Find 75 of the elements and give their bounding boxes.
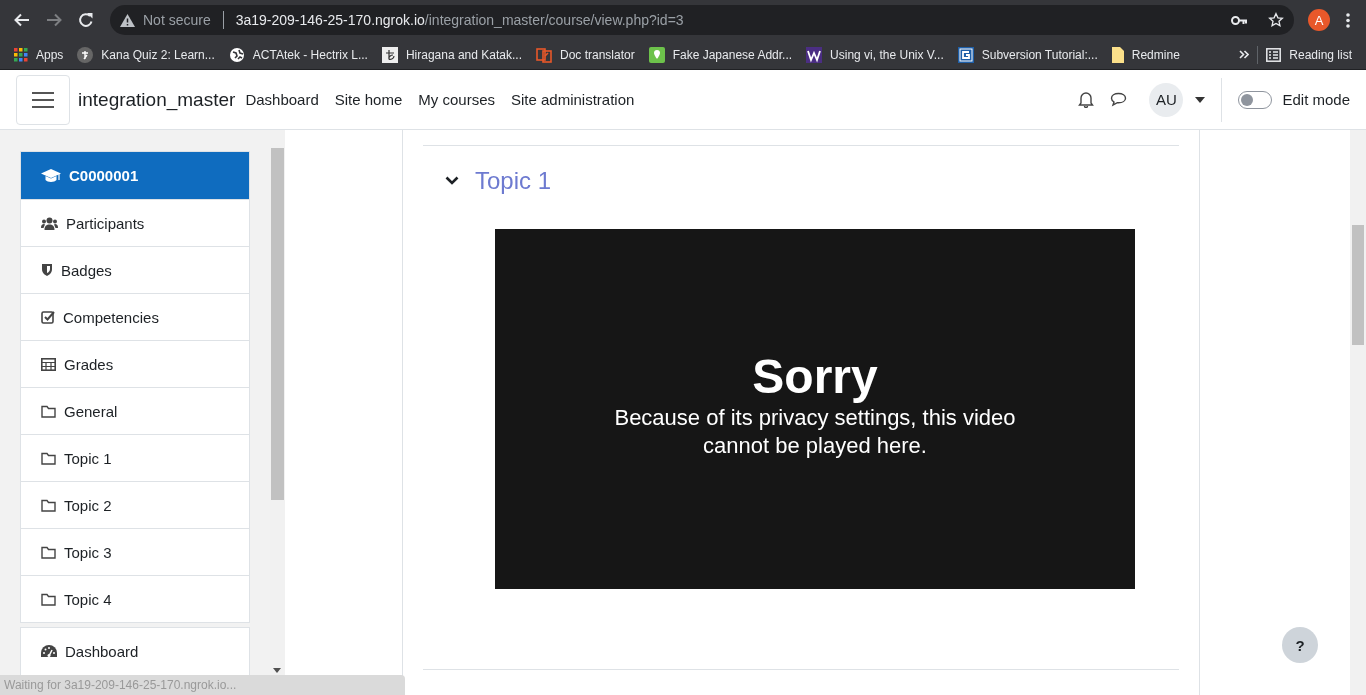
bookmark-link[interactable]: Subversion Tutorial:...: [957, 46, 1098, 63]
bookmark-link[interactable]: Apps: [14, 47, 64, 62]
bookmark-link[interactable]: Hiragana and Katak...: [381, 46, 522, 63]
bookmark-link[interactable]: Doc translator: [536, 46, 635, 63]
graduation-cap-icon: [41, 168, 61, 183]
drawer-item[interactable]: Grades: [21, 340, 249, 387]
drawer-item[interactable]: General: [21, 387, 249, 434]
kana-circle-icon: [77, 46, 94, 63]
scroll-down-arrow-icon[interactable]: [273, 668, 281, 673]
profile-avatar[interactable]: A: [1308, 9, 1330, 31]
site-name[interactable]: integration_master: [78, 88, 236, 111]
back-arrow-icon[interactable]: [14, 13, 30, 27]
drawer-item[interactable]: Topic 3: [21, 528, 249, 575]
scrollbar[interactable]: [1350, 130, 1366, 695]
nav-link[interactable]: Dashboard: [245, 91, 319, 108]
video-error-title: Sorry: [752, 348, 878, 404]
warning-icon: [120, 13, 135, 27]
hiragana-tile-icon: [381, 46, 398, 63]
nav-link[interactable]: Site administration: [511, 91, 635, 108]
drawer-item[interactable]: Topic 1: [21, 434, 249, 481]
bell-icon[interactable]: [1078, 91, 1095, 108]
kebab-menu-icon[interactable]: [1346, 12, 1350, 28]
gauge-icon: [41, 645, 57, 658]
user-avatar[interactable]: AU: [1149, 82, 1184, 117]
reading-list-button[interactable]: Reading list: [1266, 47, 1352, 62]
status-bar: Waiting for 3a19-209-146-25-170.ngrok.io...: [0, 675, 405, 695]
drawer-item[interactable]: Participants: [21, 199, 249, 246]
address-bar[interactable]: Not secure 3a19-209-146-25-170.ngrok.io/integration_master/course/view.php?id=3: [110, 5, 1294, 35]
menu-button[interactable]: [16, 74, 70, 125]
caret-icon[interactable]: [1195, 96, 1206, 103]
star-icon[interactable]: [1268, 12, 1284, 28]
drawer-item[interactable]: Topic 2: [21, 481, 249, 528]
users-icon: [41, 216, 58, 230]
note-icon: [1111, 46, 1124, 63]
drawer-item[interactable]: Dashboard: [21, 628, 249, 675]
chevron-icon[interactable]: [445, 176, 459, 185]
drawer-item[interactable]: Topic 4: [21, 575, 249, 622]
w-tile-icon: [806, 46, 823, 63]
edit-mode-switch[interactable]: [1238, 90, 1273, 109]
checked-box-icon: [41, 310, 55, 324]
folder-icon: [41, 498, 56, 512]
forward-arrow-icon[interactable]: [46, 13, 62, 27]
shield-icon: [41, 263, 53, 277]
bookmark-link[interactable]: Using vi, the Unix V...: [806, 46, 944, 63]
section-title[interactable]: Topic 1: [475, 166, 552, 195]
nav-link[interactable]: Site home: [334, 91, 403, 108]
square-logo-icon: [957, 46, 974, 63]
table-icon: [41, 357, 56, 371]
folder-icon: [41, 545, 56, 559]
drawer-item[interactable]: Competencies: [21, 293, 249, 340]
drawer-item[interactable]: Badges: [21, 246, 249, 293]
edit-mode-label: Edit mode: [1282, 91, 1350, 108]
map-pin-icon: [648, 46, 665, 63]
double-chevron-icon[interactable]: [1239, 50, 1250, 59]
menu-icon: [32, 91, 54, 108]
reload-icon[interactable]: [78, 12, 94, 28]
url-text: 3a19-209-146-25-170.ngrok.io/integration_master/course/view.php?id=3: [235, 12, 685, 28]
bookmark-link[interactable]: Kana Quiz 2: Learn...: [77, 46, 215, 63]
folder-icon: [41, 451, 56, 465]
apps-grid-icon: [14, 47, 28, 62]
security-label: Not secure: [143, 12, 211, 28]
bookmark-link[interactable]: Fake Japanese Addr...: [648, 46, 793, 63]
globe-icon: [228, 46, 245, 63]
folder-icon: [41, 404, 56, 418]
key-icon[interactable]: [1231, 15, 1248, 25]
translate-docs-icon: [536, 46, 552, 63]
list-icon: [1266, 47, 1282, 62]
video-error-message: Because of its privacy settings, this video cannot be played here.: [613, 403, 1017, 460]
course-link[interactable]: C0000001: [21, 152, 249, 199]
chat-bubble-icon[interactable]: [1110, 92, 1128, 107]
nav-link[interactable]: My courses: [418, 91, 495, 108]
help-button[interactable]: ?: [1282, 627, 1318, 663]
bookmark-link[interactable]: ACTAtek - Hectrix L...: [228, 46, 368, 63]
bookmark-link[interactable]: Redmine: [1111, 46, 1180, 63]
folder-icon: [41, 592, 56, 606]
